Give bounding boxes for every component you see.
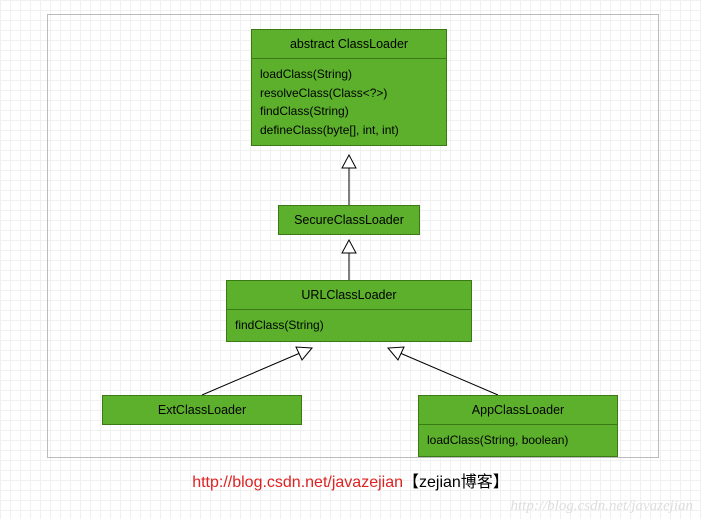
class-methods: loadClass(String) resolveClass(Class<?>)… [252, 59, 446, 145]
method: findClass(String) [235, 316, 463, 335]
class-title: SecureClassLoader [279, 206, 419, 234]
watermark-text: http://blog.csdn.net/javazejian [511, 498, 693, 515]
class-secure-classloader: SecureClassLoader [278, 205, 420, 235]
method: findClass(String) [260, 102, 438, 121]
method: loadClass(String, boolean) [427, 431, 609, 450]
class-app-classloader: AppClassLoader loadClass(String, boolean… [418, 395, 618, 457]
class-methods: loadClass(String, boolean) [419, 425, 617, 456]
method: defineClass(byte[], int, int) [260, 121, 438, 140]
class-title: abstract ClassLoader [252, 30, 446, 59]
class-url-classloader: URLClassLoader findClass(String) [226, 280, 472, 342]
class-title: ExtClassLoader [103, 396, 301, 424]
attribution-text: http://blog.csdn.net/javazejian【zejian博客… [0, 468, 701, 492]
attribution-url: http://blog.csdn.net/javazejian [192, 474, 403, 491]
class-title: AppClassLoader [419, 396, 617, 425]
attribution-bracket: 【zejian博客】 [403, 474, 509, 491]
class-ext-classloader: ExtClassLoader [102, 395, 302, 425]
class-title: URLClassLoader [227, 281, 471, 310]
class-abstract-classloader: abstract ClassLoader loadClass(String) r… [251, 29, 447, 146]
class-methods: findClass(String) [227, 310, 471, 341]
method: loadClass(String) [260, 65, 438, 84]
method: resolveClass(Class<?>) [260, 84, 438, 103]
